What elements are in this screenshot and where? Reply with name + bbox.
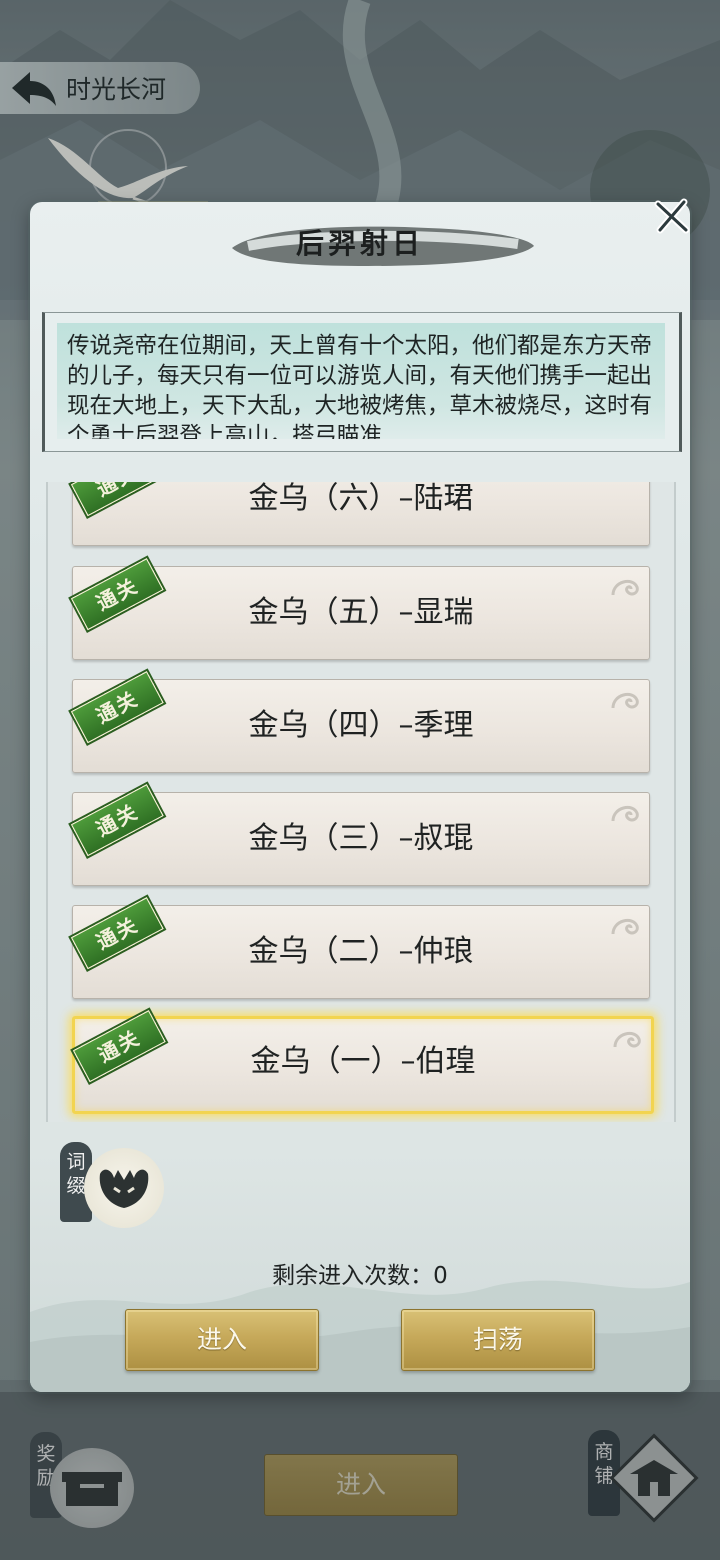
beast-mask-icon [99, 1169, 149, 1208]
stage-label: 金乌（二）–仲琅 [248, 934, 474, 969]
stage-item[interactable]: 通关 金乌（三）–叔琨 [70, 784, 650, 886]
stage-item-selected[interactable]: 通关 金乌（一）–伯瑝 [72, 1010, 654, 1114]
enter-button[interactable]: 进入 [125, 1309, 319, 1371]
stage-label: 金乌（五）–显瑞 [248, 595, 474, 630]
stage-label: 金乌（六）–陆珺 [248, 482, 474, 516]
stage-label: 金乌（一）–伯瑝 [250, 1044, 476, 1079]
stage-item[interactable]: 通关 金乌（四）–季理 [70, 671, 650, 773]
stage-item[interactable]: 通关 金乌（六）–陆珺 [70, 482, 650, 546]
close-icon[interactable] [652, 196, 692, 236]
stage-label: 金乌（三）–叔琨 [248, 821, 474, 856]
dialog-title: 后羿射日 [295, 227, 424, 260]
stage-select-dialog: 后羿射日 传说尧帝在位期间，天上曾有十个太阳，他们都是东方天帝的儿子，每天只有一… [30, 202, 690, 1392]
stage-item[interactable]: 通关 金乌（五）–显瑞 [70, 558, 650, 660]
enter-button-label: 进入 [196, 1325, 247, 1354]
story-scroll[interactable]: 传说尧帝在位期间，天上曾有十个太阳，他们都是东方天帝的儿子，每天只有一位可以游览… [42, 312, 682, 452]
stage-list[interactable]: 通关 金乌（六）–陆珺 通关 金乌（五）–显瑞 通关 金乌（四）–季理 通关 金… [46, 482, 676, 1122]
story-text: 传说尧帝在位期间，天上曾有十个太阳，他们都是东方天帝的儿子，每天只有一位可以游览… [67, 333, 653, 439]
remaining-entries: 剩余进入次数：0 [272, 1263, 448, 1289]
sweep-button[interactable]: 扫荡 [401, 1309, 595, 1371]
sweep-button-label: 扫荡 [472, 1325, 523, 1354]
stage-item[interactable]: 通关 金乌（二）–仲琅 [70, 897, 650, 999]
story-scroll-content: 传说尧帝在位期间，天上曾有十个太阳，他们都是东方天帝的儿子，每天只有一位可以游览… [57, 323, 665, 439]
stage-label: 金乌（四）–季理 [248, 708, 474, 743]
bottom-dim [0, 1392, 720, 1560]
affix-emblem-button[interactable] [84, 1148, 164, 1228]
